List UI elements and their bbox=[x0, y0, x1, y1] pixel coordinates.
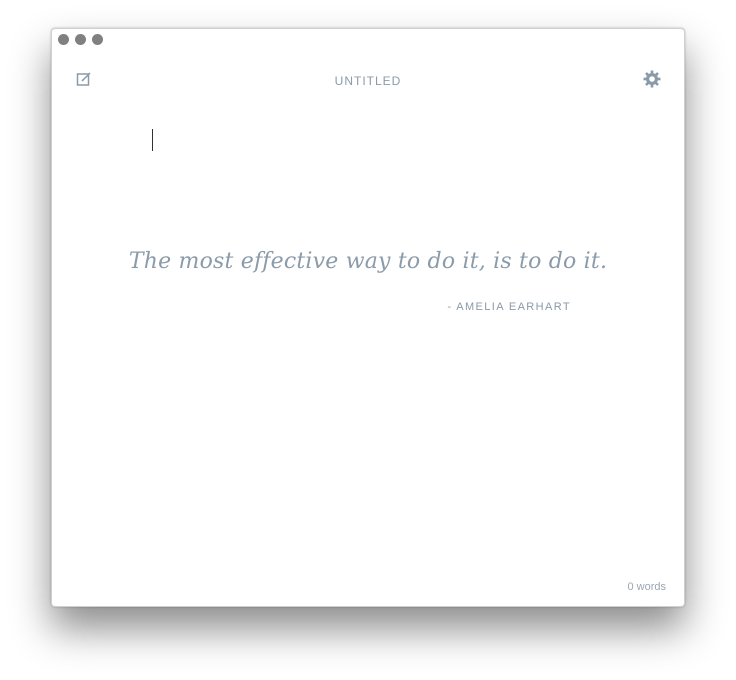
text-caret bbox=[152, 129, 153, 151]
placeholder-quote-container: The most effective way to do it, is to d… bbox=[52, 249, 684, 274]
document-title: UNTITLED bbox=[334, 74, 402, 88]
gear-icon bbox=[643, 70, 661, 88]
close-window-button[interactable] bbox=[58, 34, 69, 45]
app-window: UNTITLED The most effective way to do it… bbox=[51, 28, 685, 607]
text-editor[interactable] bbox=[152, 129, 582, 153]
placeholder-quote: The most effective way to do it, is to d… bbox=[128, 249, 608, 274]
window-controls bbox=[58, 34, 103, 45]
quote-author: - AMELIA EARHART bbox=[447, 301, 571, 313]
zoom-window-button[interactable] bbox=[92, 34, 103, 45]
word-count: 0 words bbox=[627, 581, 666, 593]
minimize-window-button[interactable] bbox=[75, 34, 86, 45]
settings-button[interactable] bbox=[642, 69, 662, 89]
